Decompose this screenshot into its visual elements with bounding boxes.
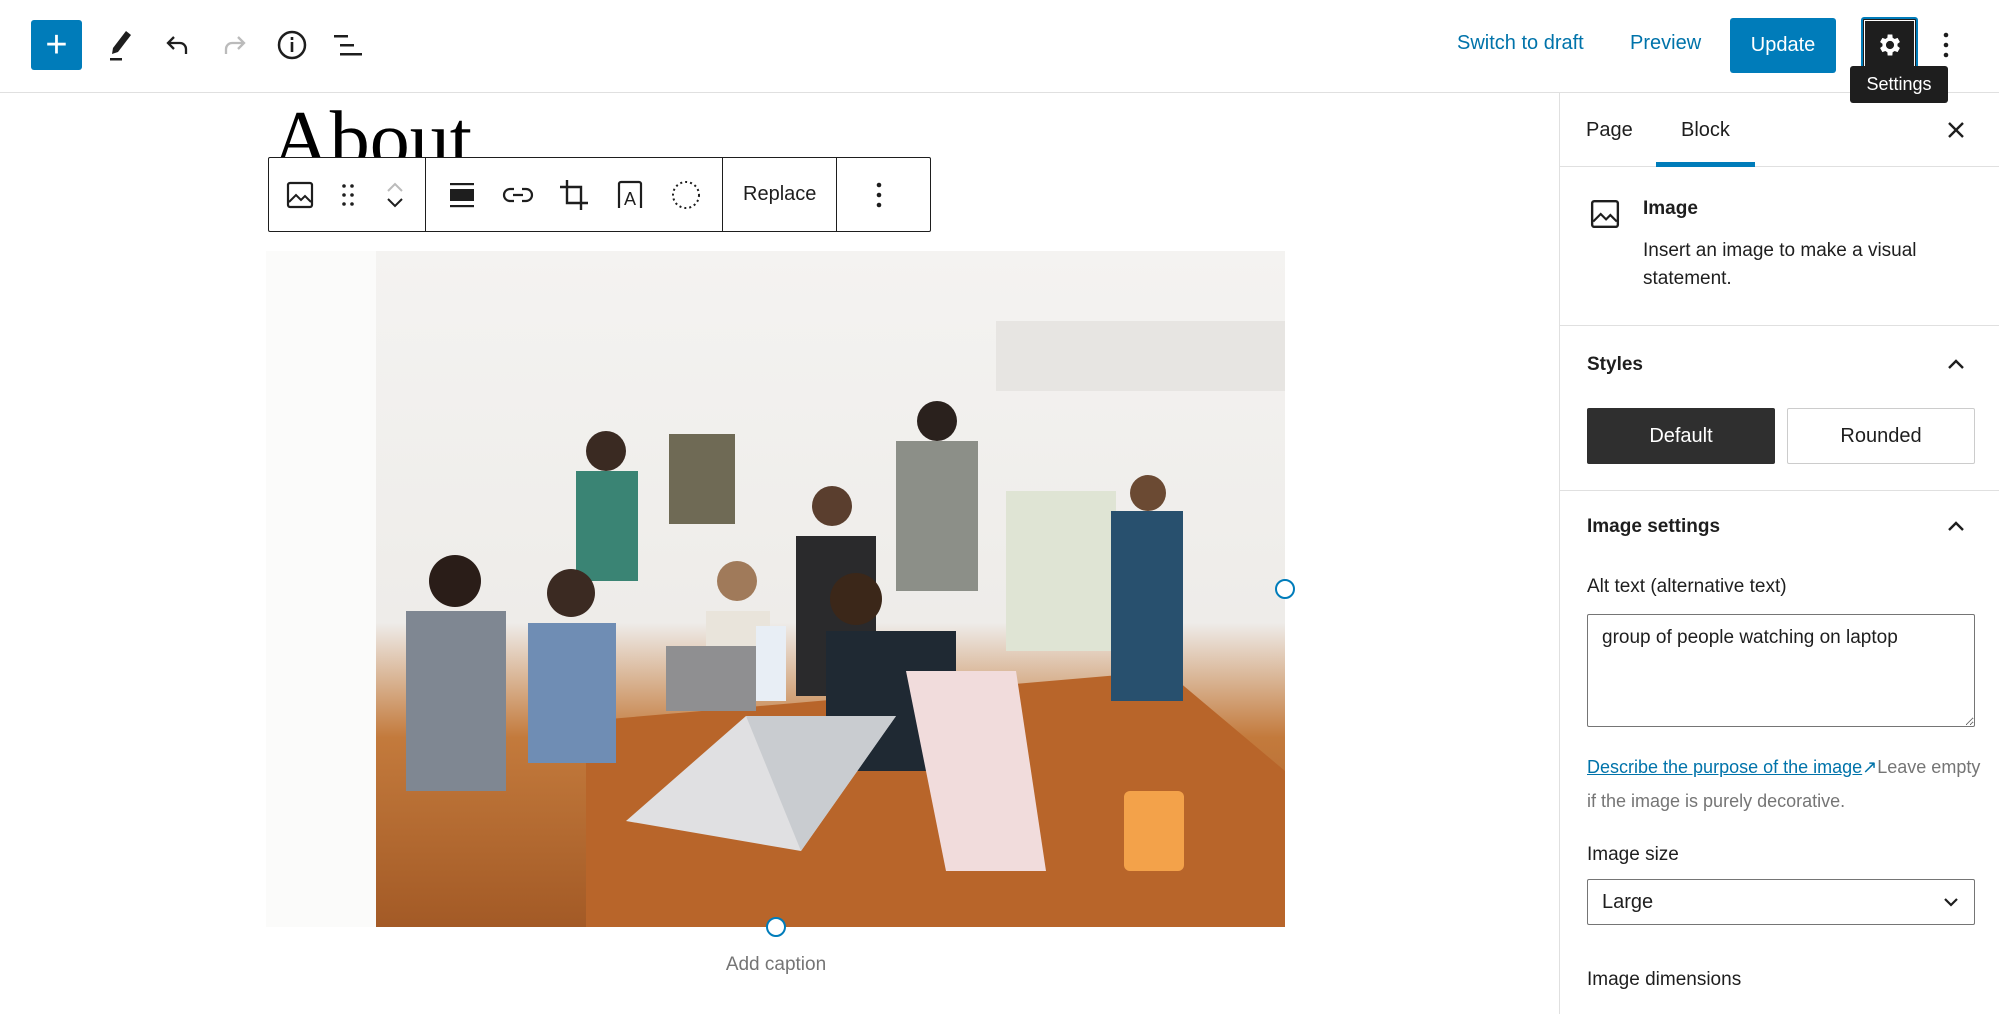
link-button[interactable]: [490, 167, 546, 223]
redo-button[interactable]: [212, 23, 256, 67]
close-sidebar-button[interactable]: [1934, 108, 1978, 152]
settings-sidebar: Page Block Image Insert an image to make…: [1559, 93, 1999, 1014]
styles-heading[interactable]: Styles: [1587, 354, 1643, 376]
tab-page[interactable]: Page: [1586, 93, 1633, 167]
close-icon: [1948, 122, 1964, 138]
block-description: Insert an image to make a visual stateme…: [1643, 240, 1917, 289]
replace-button[interactable]: Replace: [723, 158, 838, 231]
undo-button[interactable]: [156, 23, 200, 67]
alt-text-label: Alt text (alternative text): [1587, 576, 1787, 597]
move-down-icon[interactable]: [384, 195, 406, 211]
undo-icon: [166, 36, 188, 54]
preview-button[interactable]: Preview: [1630, 32, 1701, 55]
style-rounded-button[interactable]: Rounded: [1787, 408, 1975, 464]
pencil-icon: [110, 31, 131, 61]
sidebar-tabs: Page Block: [1560, 93, 1999, 167]
chevron-up-icon[interactable]: [1945, 356, 1967, 372]
block-toolbar: A Replace: [268, 157, 931, 232]
list-view-icon: [334, 35, 362, 56]
editor-header: + Switch to draft Preview Update Setting…: [0, 0, 1999, 103]
image-block-icon: [1590, 199, 1620, 229]
svg-text:A: A: [624, 189, 636, 209]
image-size-value: Large: [1602, 890, 1654, 913]
block-options-button[interactable]: [851, 167, 907, 223]
block-type-button[interactable]: [275, 167, 325, 223]
update-button[interactable]: Update: [1730, 18, 1836, 73]
external-link-icon: ↗: [1862, 757, 1878, 777]
gear-icon: [1879, 34, 1900, 56]
styles-panel: Styles Default Rounded: [1560, 326, 1999, 491]
image-block[interactable]: [266, 251, 1285, 927]
link-icon: [502, 187, 534, 202]
alt-text-input[interactable]: group of people watching on laptop: [1587, 614, 1975, 727]
more-vertical-icon: [1943, 32, 1949, 58]
settings-tooltip: Settings: [1850, 66, 1948, 103]
block-card: Image Insert an image to make a visual s…: [1560, 167, 1999, 326]
caption-input[interactable]: Add caption: [676, 954, 876, 976]
style-default-button[interactable]: Default: [1587, 408, 1775, 464]
text-overlay-icon: A: [617, 180, 643, 209]
tab-block[interactable]: Block: [1656, 93, 1755, 167]
plus-icon: +: [45, 23, 68, 66]
add-block-button[interactable]: +: [31, 20, 82, 70]
page-title[interactable]: About: [272, 100, 472, 160]
details-button[interactable]: [270, 23, 314, 67]
resize-handle-right[interactable]: [1275, 579, 1295, 599]
select-motif-icon: [672, 180, 700, 209]
image-settings-panel: Image settings Alt text (alternative tex…: [1560, 491, 1999, 1011]
crop-icon: [560, 179, 588, 210]
info-icon: [277, 30, 307, 60]
settings-button[interactable]: [1861, 17, 1918, 73]
crop-button[interactable]: [546, 167, 602, 223]
text-overlay-button[interactable]: A: [602, 167, 658, 223]
chevron-down-icon: [1944, 898, 1958, 907]
select-motif-button[interactable]: [658, 167, 714, 223]
image-settings-heading[interactable]: Image settings: [1587, 516, 1720, 538]
drag-handle-icon: [342, 183, 354, 206]
align-icon: [450, 182, 474, 207]
options-button[interactable]: [1924, 23, 1968, 67]
list-view-button[interactable]: [326, 23, 370, 67]
photo: [266, 251, 1285, 927]
image-icon: [286, 181, 314, 208]
block-name: Image: [1643, 198, 1698, 219]
switch-to-draft-button[interactable]: Switch to draft: [1457, 32, 1584, 55]
image-size-select[interactable]: Large: [1587, 879, 1975, 925]
move-up-icon[interactable]: [384, 179, 406, 195]
more-options-icon: [877, 182, 882, 207]
describe-purpose-link[interactable]: Describe the purpose of the image: [1587, 757, 1862, 777]
tools-button[interactable]: [99, 23, 143, 67]
image-dimensions-label: Image dimensions: [1587, 969, 1742, 990]
chevron-up-icon[interactable]: [1945, 518, 1967, 534]
resize-handle-bottom[interactable]: [766, 917, 786, 937]
drag-handle[interactable]: [325, 167, 371, 223]
align-button[interactable]: [434, 167, 490, 223]
redo-icon: [224, 36, 246, 54]
image-size-label: Image size: [1587, 844, 1679, 865]
